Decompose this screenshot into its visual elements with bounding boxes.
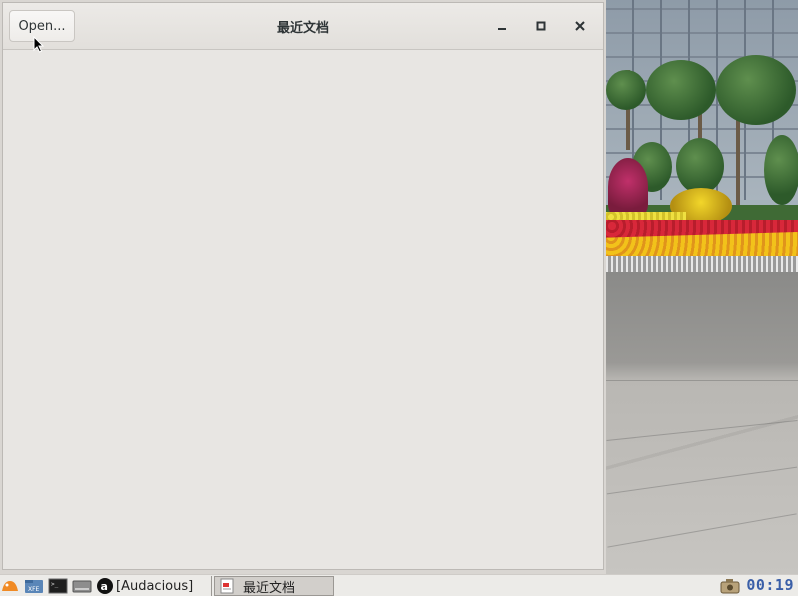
- wallpaper-red-bush: [608, 158, 648, 216]
- wallpaper-shrub: [764, 135, 798, 205]
- desktop: Open... 最近文档: [0, 0, 798, 574]
- recent-documents-list[interactable]: [3, 50, 603, 569]
- wallpaper-fence: [606, 256, 798, 272]
- taskbar-task-label: 最近文档: [243, 580, 296, 596]
- xfce-mouse-icon: [2, 581, 18, 591]
- svg-text:a: a: [101, 580, 108, 593]
- camera-tray-icon: [720, 579, 740, 594]
- close-icon: [575, 21, 585, 31]
- wallpaper-palm-crown: [606, 70, 646, 110]
- taskbar-task-recent-documents[interactable]: 最近文档: [214, 576, 334, 596]
- minimize-icon: [498, 28, 506, 30]
- svg-text:XFE: XFE: [28, 586, 40, 593]
- taskbar: XFE >_ a [Audacious] 最近文档 00:19: [0, 574, 798, 596]
- document-icon: [220, 578, 234, 594]
- window-title: 最近文档: [276, 21, 329, 36]
- audacious-icon: a: [97, 578, 113, 594]
- maximize-button[interactable]: [530, 15, 552, 37]
- file-manager-icon: XFE: [25, 580, 43, 593]
- drive-icon: [72, 580, 92, 593]
- desktop-wallpaper: [606, 0, 798, 574]
- terminal-launcher[interactable]: >_: [48, 577, 68, 595]
- window-titlebar[interactable]: Open... 最近文档: [3, 3, 603, 50]
- wallpaper-shrub: [676, 138, 724, 194]
- drive-launcher[interactable]: [72, 577, 92, 595]
- file-manager-launcher[interactable]: XFE: [24, 577, 44, 595]
- taskbar-task-audacious[interactable]: a [Audacious]: [96, 576, 212, 596]
- wallpaper-palm-crown: [716, 55, 796, 125]
- taskbar-task-label: [Audacious]: [116, 578, 194, 594]
- clock[interactable]: 00:19: [746, 576, 794, 594]
- wallpaper-palm-crown: [646, 60, 716, 120]
- system-tray-item[interactable]: [720, 577, 740, 595]
- mouse-pointer-icon: [33, 36, 45, 53]
- recent-documents-window: Open... 最近文档: [2, 2, 604, 570]
- applications-menu-button[interactable]: [0, 577, 20, 595]
- wallpaper-tile-line: [606, 380, 798, 381]
- terminal-icon: >_: [48, 578, 68, 594]
- svg-text:>_: >_: [51, 581, 59, 588]
- maximize-icon: [536, 21, 546, 31]
- minimize-button[interactable]: [491, 15, 513, 37]
- close-button[interactable]: [569, 15, 591, 37]
